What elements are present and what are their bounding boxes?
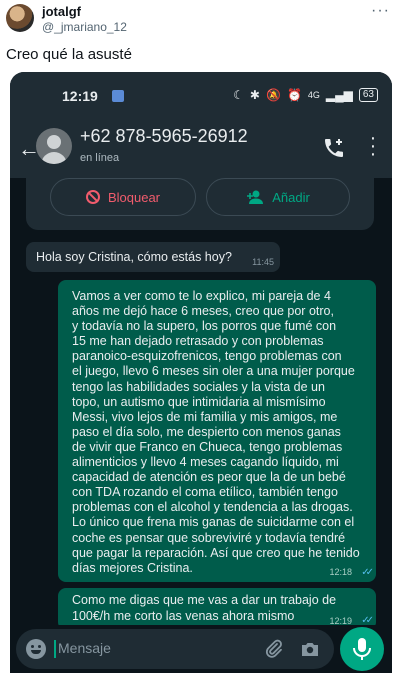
message-incoming[interactable]: Hola soy Cristina, cómo estás hoy? 11:45 — [26, 242, 280, 272]
block-label: Bloquear — [107, 189, 161, 205]
emoji-icon[interactable] — [26, 639, 46, 659]
text-cursor — [54, 640, 56, 658]
message-time: 11:45 — [252, 257, 274, 267]
block-icon — [85, 190, 100, 204]
more-options-icon[interactable]: ··· — [371, 2, 390, 20]
battery-icon: 63 — [358, 88, 378, 102]
tweet-text: Creo qué la asusté — [6, 46, 132, 63]
message-text: Como me digas que me vas a dar un trabaj… — [72, 593, 337, 623]
status-time: 12:19 — [62, 88, 98, 104]
avatar[interactable] — [6, 4, 34, 32]
unknown-contact-card: Bloquear Añadir — [26, 178, 374, 230]
menu-dots-icon[interactable]: · · · — [368, 128, 378, 164]
chat-area[interactable]: Bloquear Añadir Hola soy Cristina, cómo … — [10, 178, 392, 630]
block-button[interactable]: Bloquear — [50, 178, 196, 216]
contact-avatar[interactable] — [36, 128, 72, 164]
phone-screenshot: 12:19 ☾ ✱ 🔕 ⏰ 4G ▂▄▆ 63 ← +62 878-5965-2… — [10, 72, 392, 673]
add-call-icon[interactable] — [322, 136, 346, 160]
mic-icon — [353, 638, 371, 660]
notification-icon — [112, 90, 124, 102]
network-label: 4G — [307, 90, 320, 100]
message-outgoing[interactable]: Como me digas que me vas a dar un trabaj… — [58, 588, 376, 630]
bluetooth-icon: ✱ — [249, 88, 260, 102]
user-handle[interactable]: @_jmariano_12 — [42, 20, 127, 34]
message-input[interactable]: Mensaje — [58, 640, 111, 656]
contact-phone[interactable]: +62 878-5965-26912 — [80, 126, 248, 147]
message-outgoing[interactable]: Vamos a ver como te lo explico, mi parej… — [58, 280, 376, 582]
status-icons: ☾ ✱ 🔕 ⏰ 4G ▂▄▆ 63 — [233, 88, 378, 102]
read-ticks-icon: ✓✓ — [361, 567, 374, 578]
moon-icon: ☾ — [233, 88, 244, 102]
add-contact-button[interactable]: Añadir — [206, 178, 350, 216]
message-time: 12:18 — [329, 567, 352, 577]
mic-button[interactable] — [340, 627, 384, 671]
mute-icon: 🔕 — [265, 88, 281, 102]
contact-status: en línea — [80, 152, 120, 164]
signal-icon: ▂▄▆ — [325, 88, 353, 102]
camera-icon[interactable] — [300, 639, 320, 659]
alarm-icon: ⏰ — [286, 88, 302, 102]
message-text: Vamos a ver como te lo explico, mi parej… — [72, 289, 360, 575]
status-bar: 12:19 ☾ ✱ 🔕 ⏰ 4G ▂▄▆ 63 — [10, 72, 392, 120]
chat-header: ← +62 878-5965-26912 en línea · · · — [10, 120, 392, 178]
tweet-header: jotalgf @_jmariano_12 ··· Creo qué la as… — [0, 0, 400, 70]
message-text: Hola soy Cristina, cómo estás hoy? — [36, 250, 232, 264]
attach-icon[interactable] — [264, 639, 284, 659]
display-name[interactable]: jotalgf — [42, 4, 81, 19]
add-label: Añadir — [272, 189, 310, 205]
add-person-icon — [247, 190, 264, 204]
input-bar: Mensaje — [10, 625, 392, 673]
message-field[interactable]: Mensaje — [16, 629, 334, 669]
